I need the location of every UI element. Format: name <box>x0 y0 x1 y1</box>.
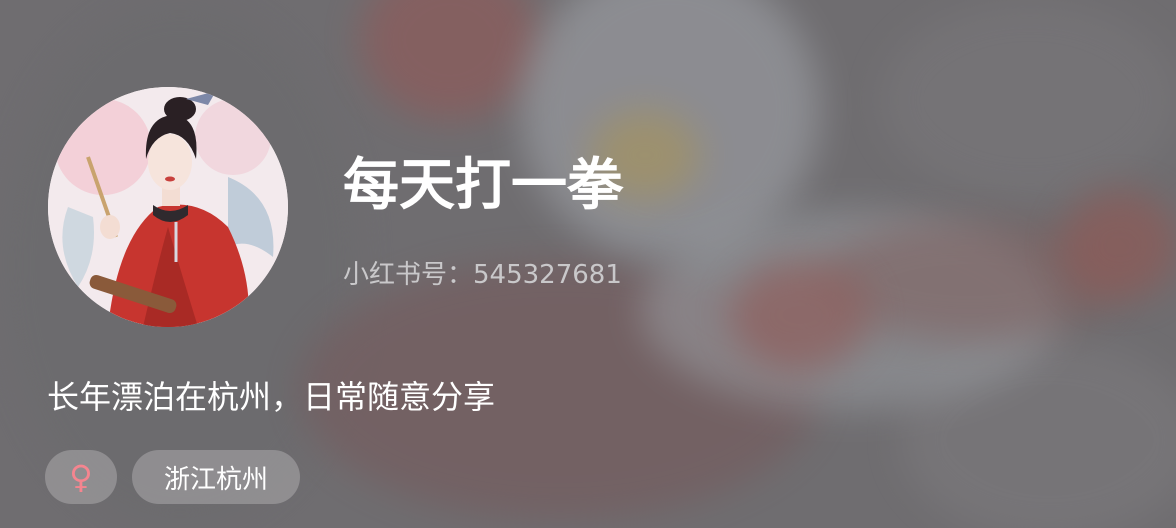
avatar[interactable] <box>48 87 288 327</box>
profile-header: 每天打一拳 小红书号：545327681 长年漂泊在杭州，日常随意分享 ♀ 浙江… <box>0 0 1176 528</box>
avatar-illustration <box>48 87 288 327</box>
profile-bio: 长年漂泊在杭州，日常随意分享 <box>47 378 496 416</box>
account-id-label: 小红书号： <box>343 260 474 290</box>
nickname: 每天打一拳 <box>343 153 623 218</box>
location-label: 浙江杭州 <box>163 464 268 495</box>
account-id-value: 545327681 <box>473 260 622 290</box>
location-tag: 浙江杭州 <box>132 450 300 504</box>
female-icon: ♀ <box>69 458 93 496</box>
gender-tag: ♀ <box>45 450 117 504</box>
account-id-line[interactable]: 小红书号：545327681 <box>343 257 622 293</box>
